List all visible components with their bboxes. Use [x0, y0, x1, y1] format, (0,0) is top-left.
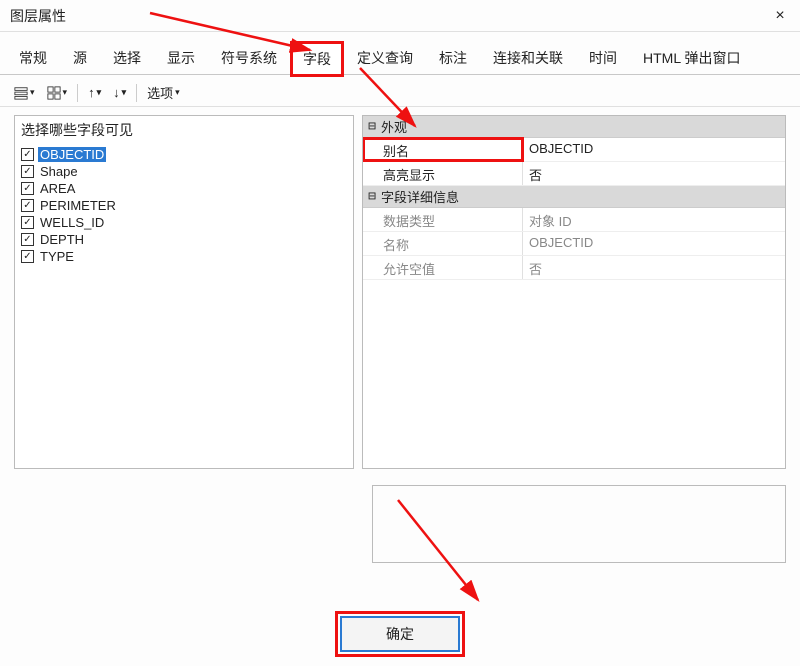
field-label: AREA — [38, 181, 77, 196]
checkbox-icon[interactable] — [21, 148, 34, 161]
checkbox-icon[interactable] — [21, 216, 34, 229]
dialog-title: 图层属性 — [10, 6, 66, 26]
description-box — [372, 485, 786, 563]
field-label: WELLS_ID — [38, 215, 106, 230]
prop-name-label: 名称 — [363, 232, 523, 255]
prop-nullable-label: 允许空值 — [363, 256, 523, 279]
group-appearance[interactable]: ⊟ 外观 — [363, 116, 785, 138]
tab-5[interactable]: 字段 — [292, 43, 342, 75]
field-label: OBJECTID — [38, 147, 106, 162]
options-dropdown[interactable]: 选项 ▾ — [143, 81, 184, 104]
group-appearance-label: 外观 — [381, 117, 407, 136]
field-item[interactable]: AREA — [19, 180, 349, 197]
prop-alias-label: 别名 — [363, 138, 523, 161]
field-label: PERIMETER — [38, 198, 118, 213]
checkbox-icon[interactable] — [21, 165, 34, 178]
tab-3[interactable]: 显示 — [156, 42, 206, 74]
prop-name: 名称 OBJECTID — [363, 232, 785, 256]
tab-7[interactable]: 标注 — [428, 42, 478, 74]
tab-6[interactable]: 定义查询 — [346, 42, 424, 74]
move-down-icon[interactable]: ↓▾ — [109, 83, 130, 102]
checkbox-icon[interactable] — [21, 250, 34, 263]
checkbox-icon[interactable] — [21, 233, 34, 246]
field-label: DEPTH — [38, 232, 86, 247]
close-icon[interactable]: × — [770, 7, 790, 25]
checkbox-icon[interactable] — [21, 182, 34, 195]
field-item[interactable]: OBJECTID — [19, 146, 349, 163]
field-item[interactable]: DEPTH — [19, 231, 349, 248]
collapse-icon[interactable]: ⊟ — [363, 119, 381, 134]
field-label: Shape — [38, 164, 80, 179]
tab-bar: 常规源选择显示符号系统字段定义查询标注连接和关联时间HTML 弹出窗口 — [0, 32, 800, 75]
ok-button[interactable]: 确定 — [340, 616, 460, 652]
prop-alias-value[interactable]: OBJECTID — [523, 138, 785, 161]
prop-highlight-value[interactable]: 否 — [523, 162, 785, 185]
prop-highlight-label: 高亮显示 — [363, 162, 523, 185]
prop-nullable: 允许空值 否 — [363, 256, 785, 280]
checkbox-icon[interactable] — [21, 199, 34, 212]
visible-fields-header: 选择哪些字段可见 — [15, 116, 353, 144]
field-item[interactable]: TYPE — [19, 248, 349, 265]
prop-alias[interactable]: 别名 OBJECTID — [363, 138, 785, 162]
move-up-icon[interactable]: ↑▾ — [84, 83, 105, 102]
field-item[interactable]: Shape — [19, 163, 349, 180]
field-list: OBJECTID Shape AREA PERIMETER WELLS_ID DEPTH T… — [15, 144, 353, 468]
layout-grid-icon[interactable]: ▾ — [43, 84, 72, 102]
tab-10[interactable]: HTML 弹出窗口 — [632, 42, 751, 74]
field-item[interactable]: PERIMETER — [19, 197, 349, 214]
field-label: TYPE — [38, 249, 76, 264]
tab-0[interactable]: 常规 — [8, 42, 58, 74]
tab-4[interactable]: 符号系统 — [210, 42, 288, 74]
tab-2[interactable]: 选择 — [102, 42, 152, 74]
layout-list-icon[interactable]: ▾ — [10, 84, 39, 102]
property-grid: ⊟ 外观 别名 OBJECTID 高亮显示 否 ⊟ 字段详细信息 数据类型 对象… — [363, 116, 785, 468]
tab-9[interactable]: 时间 — [578, 42, 628, 74]
options-label: 选项 — [147, 83, 173, 102]
group-fieldinfo[interactable]: ⊟ 字段详细信息 — [363, 186, 785, 208]
prop-datatype-value: 对象 ID — [523, 208, 785, 231]
field-toolbar: ▾ ▾ ↑▾ ↓▾ 选项 ▾ — [0, 79, 800, 107]
field-item[interactable]: WELLS_ID — [19, 214, 349, 231]
collapse-icon[interactable]: ⊟ — [363, 189, 381, 204]
group-fieldinfo-label: 字段详细信息 — [381, 187, 459, 206]
prop-datatype: 数据类型 对象 ID — [363, 208, 785, 232]
prop-highlight[interactable]: 高亮显示 否 — [363, 162, 785, 186]
prop-name-value: OBJECTID — [523, 232, 785, 255]
prop-nullable-value: 否 — [523, 256, 785, 279]
tab-8[interactable]: 连接和关联 — [482, 42, 574, 74]
tab-1[interactable]: 源 — [62, 42, 98, 74]
prop-datatype-label: 数据类型 — [363, 208, 523, 231]
